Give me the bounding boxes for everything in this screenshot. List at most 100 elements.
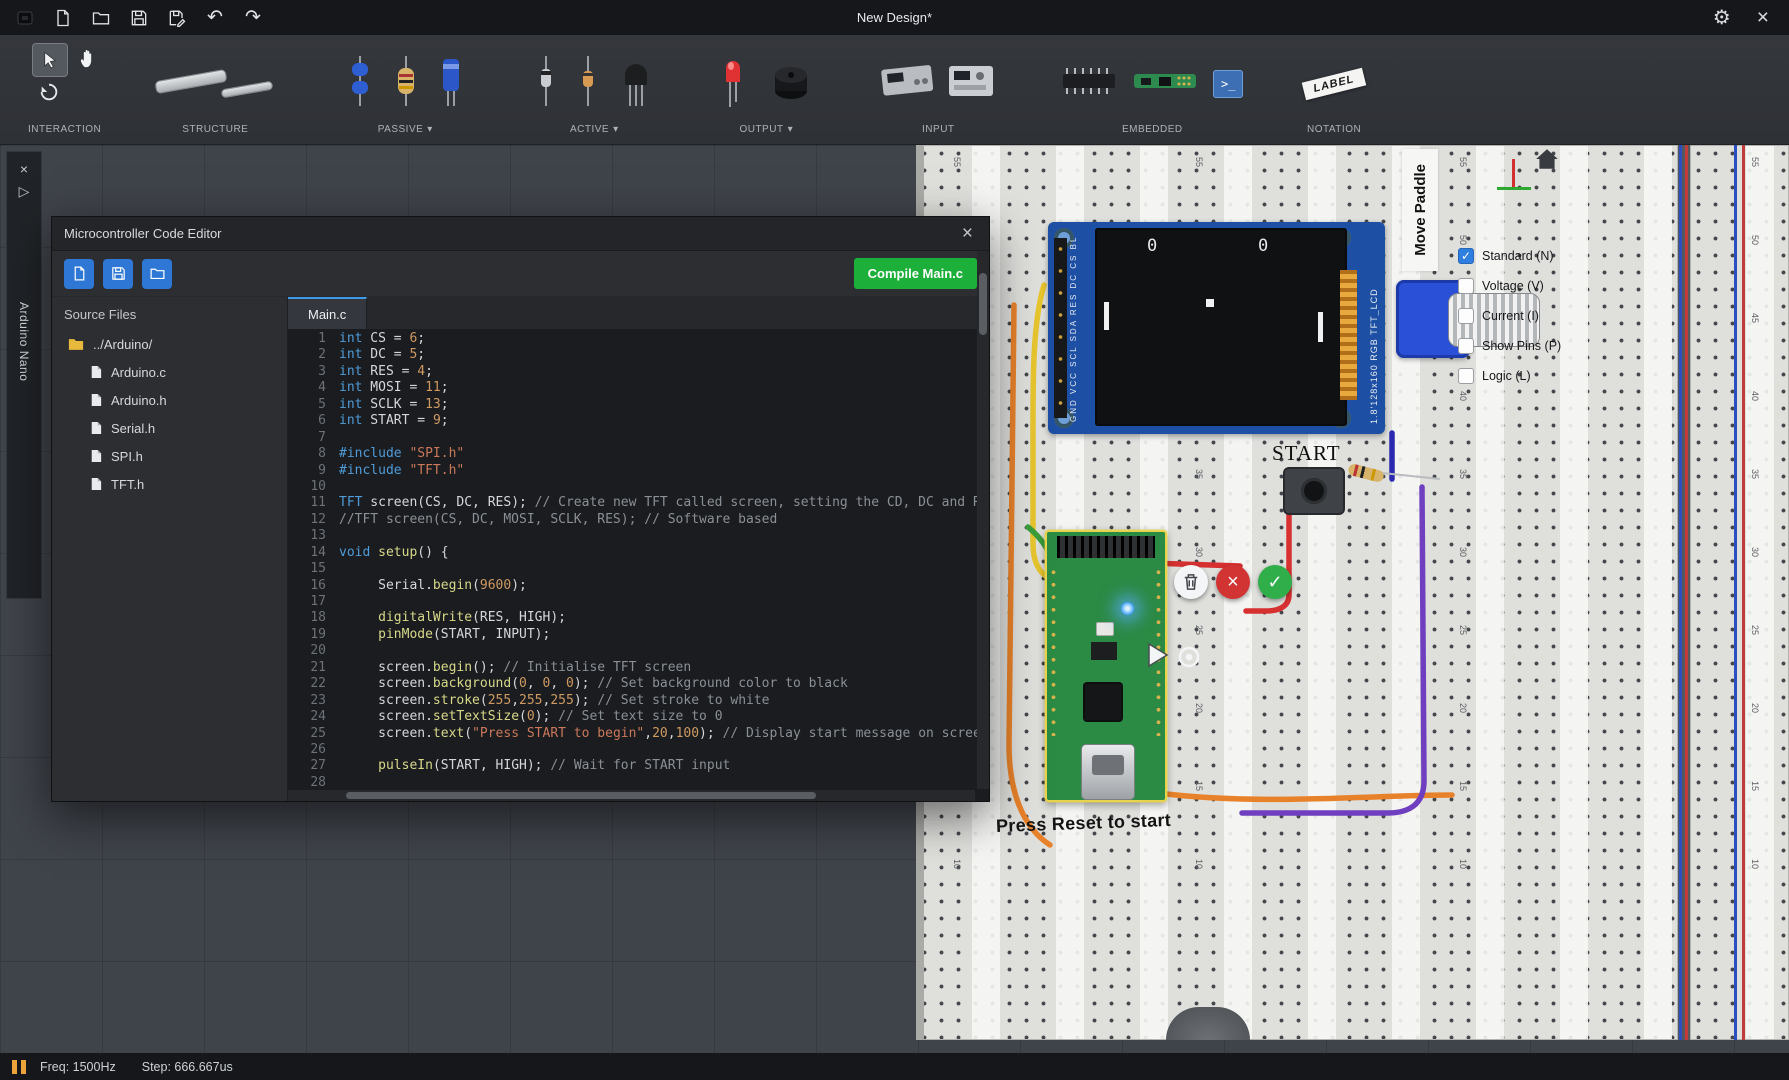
nano-power-led (1121, 602, 1134, 615)
checkbox-unchecked[interactable] (1458, 338, 1474, 354)
pause-icon[interactable] (12, 1060, 26, 1074)
nano-reset-button[interactable] (1096, 622, 1114, 636)
push-button-cap[interactable] (1301, 478, 1327, 504)
dialog-close-icon[interactable]: × (958, 223, 977, 245)
label-tag-icon[interactable]: LABEL (1302, 67, 1366, 99)
folder-row[interactable]: ../Arduino/ (52, 330, 287, 358)
diode-icon[interactable] (537, 55, 555, 112)
toolbar-label-structure: STRUCTURE (182, 124, 248, 135)
code-line: 1int CS = 6; (288, 331, 989, 347)
diode-glass-icon[interactable] (579, 55, 597, 112)
multimeter-icon[interactable] (947, 60, 997, 107)
file-row-tft-h[interactable]: TFT.h (52, 470, 287, 498)
toolbar-section-active[interactable]: ACTIVE▾ (501, 35, 687, 144)
save-icon[interactable] (128, 7, 150, 29)
tab-main-c[interactable]: Main.c (288, 297, 367, 329)
rotate-tool-button[interactable] (38, 81, 60, 108)
cancel-button[interactable]: × (1216, 565, 1250, 599)
dialog-title-bar[interactable]: Microcontroller Code Editor × (52, 217, 989, 251)
display-option-logic[interactable]: Logic (L) (1458, 365, 1561, 386)
code-line: 15 (288, 561, 989, 577)
code-line: 6int START = 9; (288, 413, 989, 429)
undo-icon[interactable]: ↶ (204, 7, 226, 29)
terminal-icon[interactable]: >_ (1213, 70, 1243, 98)
display-option-show[interactable]: Show Pins (P) (1458, 335, 1561, 356)
horizontal-scrollbar[interactable] (288, 790, 975, 801)
scrollbar-thumb[interactable] (979, 273, 987, 335)
play-icon[interactable] (1146, 642, 1170, 673)
display-option-standard[interactable]: ✓Standard (N) (1458, 245, 1561, 266)
settings-gear-icon[interactable]: ⚙ (1713, 5, 1731, 30)
resistor-blue-icon[interactable] (349, 55, 371, 112)
file-row-arduino-c[interactable]: Arduino.c (52, 358, 287, 386)
checkbox-unchecked[interactable] (1458, 278, 1474, 294)
power-supply-icon[interactable] (879, 60, 933, 107)
dropdown-icon[interactable]: ▾ (427, 124, 433, 135)
pong-score-left: 0 (1147, 236, 1157, 256)
panel-expand-icon[interactable]: ▷ (19, 180, 30, 202)
editor-save-button[interactable] (103, 259, 133, 289)
delete-component-button[interactable] (1174, 565, 1208, 599)
toolbar-section-embedded[interactable]: >_ EMBEDDED (1031, 35, 1273, 144)
nano-usb-connector (1081, 744, 1135, 800)
capacitor-icon[interactable] (441, 55, 461, 112)
checkbox-checked[interactable]: ✓ (1458, 248, 1474, 264)
source-files-header: Source Files (52, 297, 287, 330)
editor-open-button[interactable] (142, 259, 172, 289)
file-row-spi-h[interactable]: SPI.h (52, 442, 287, 470)
display-option-current[interactable]: Current (I) (1458, 305, 1561, 326)
toolbar-section-input[interactable]: INPUT (845, 35, 1031, 144)
display-option-label: Logic (L) (1482, 369, 1531, 383)
axis-gizmo-red (1512, 159, 1515, 189)
dropdown-icon[interactable]: ▾ (788, 124, 794, 135)
editor-new-file-button[interactable] (64, 259, 94, 289)
confirm-button[interactable]: ✓ (1258, 565, 1292, 599)
checkbox-unchecked[interactable] (1458, 368, 1474, 384)
dropdown-icon[interactable]: ▾ (613, 124, 619, 135)
record-circle-icon[interactable] (1176, 644, 1202, 675)
dialog-toolbar: Compile Main.c (52, 251, 989, 297)
code-line: 24 screen.setTextSize(0); // Set text si… (288, 709, 989, 725)
toolbar-section-output[interactable]: OUTPUT ▾ (687, 35, 845, 144)
code-line: 16 Serial.begin(9600); (288, 578, 989, 594)
code-line: 12//TFT screen(CS, DC, MOSI, SCLK, RES);… (288, 512, 989, 528)
push-button[interactable] (1283, 467, 1345, 515)
toolbar-label-passive: PASSIVE (378, 124, 424, 135)
file-row-arduino-h[interactable]: Arduino.h (52, 386, 287, 414)
scene-canvas[interactable]: 5550454035302520151055504540353025201510… (0, 145, 1789, 1053)
file-label: SPI.h (111, 449, 143, 464)
resistor-icon[interactable] (395, 55, 417, 112)
microcontroller-board-icon[interactable] (1133, 70, 1197, 97)
window-close-icon[interactable]: × (1757, 6, 1769, 30)
tft-lcd-module[interactable]: GND VCC SCL SDA RES DC CS BL 0 0 1.8'128… (1048, 222, 1385, 434)
component-side-panel[interactable]: × ▷ Arduino Nano (6, 151, 42, 599)
home-icon[interactable] (1534, 147, 1560, 176)
scrollbar-thumb[interactable] (346, 792, 816, 799)
compile-button[interactable]: Compile Main.c (854, 258, 977, 289)
axis-gizmo-green (1497, 187, 1531, 190)
toolbar-section-structure[interactable]: STRUCTURE (121, 35, 309, 144)
breadboard-right[interactable] (1690, 145, 1789, 1040)
select-tool-button[interactable] (32, 43, 68, 77)
file-row-serial-h[interactable]: Serial.h (52, 414, 287, 442)
checkbox-unchecked[interactable] (1458, 308, 1474, 324)
toolbar-section-notation[interactable]: LABEL NOTATION (1273, 35, 1395, 144)
save-as-icon[interactable] (166, 7, 188, 29)
panel-close-icon[interactable]: × (20, 158, 28, 180)
transistor-icon[interactable] (621, 55, 651, 112)
code-area[interactable]: 1int CS = 6;2int DC = 5;3int RES = 4;4in… (288, 329, 989, 801)
redo-icon[interactable]: ↷ (242, 7, 264, 29)
code-line: 25 screen.text("Press START to begin",20… (288, 726, 989, 742)
ic-chip-icon[interactable] (1061, 68, 1117, 99)
breadboard-items-icon[interactable] (155, 61, 275, 107)
led-icon[interactable] (723, 54, 743, 113)
open-folder-icon[interactable] (90, 7, 112, 29)
display-option-voltage[interactable]: Voltage (V) (1458, 275, 1561, 296)
pan-tool-button[interactable] (78, 47, 98, 74)
buzzer-icon[interactable] (773, 61, 809, 106)
toolbar-section-passive[interactable]: PASSIVE▾ (309, 35, 501, 144)
vertical-scrollbar[interactable] (977, 251, 989, 789)
code-line: 3int RES = 4; (288, 364, 989, 380)
new-file-icon[interactable] (52, 7, 74, 29)
toolbar-label-output: OUTPUT (739, 124, 783, 135)
